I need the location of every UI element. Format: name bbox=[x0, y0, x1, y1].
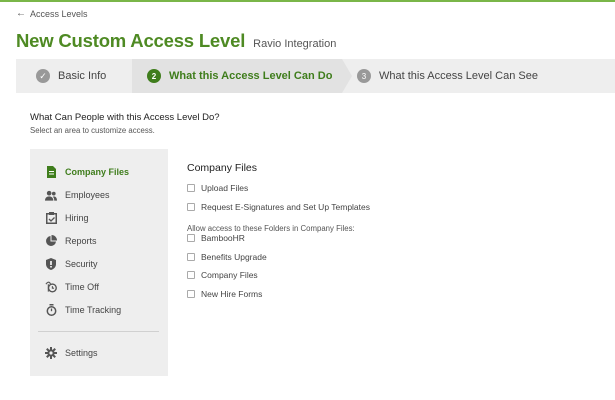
check-icon: ✓ bbox=[36, 69, 50, 83]
clipboard-icon bbox=[45, 212, 57, 224]
step-label: What this Access Level Can See bbox=[379, 70, 538, 82]
checkbox-box[interactable] bbox=[187, 203, 195, 211]
folders-label: Allow access to these Folders in Company… bbox=[187, 224, 355, 233]
checkbox-box[interactable] bbox=[187, 253, 195, 261]
sidebar-item-hiring[interactable]: Hiring bbox=[45, 210, 89, 226]
checkbox-label: Benefits Upgrade bbox=[201, 252, 267, 262]
checkbox-label: Upload Files bbox=[201, 183, 249, 193]
step-can-do[interactable]: 2 What this Access Level Can Do bbox=[132, 59, 352, 93]
sidebar-item-employees[interactable]: Employees bbox=[45, 187, 110, 203]
checkbox-label: Request E-Signatures and Set Up Template… bbox=[201, 202, 370, 212]
sidebar-item-security[interactable]: Security bbox=[45, 256, 98, 272]
checkbox-upload-files[interactable]: Upload Files bbox=[187, 183, 248, 193]
page-header: New Custom Access Level Ravio Integratio… bbox=[16, 30, 336, 52]
sidebar-item-settings[interactable]: Settings bbox=[45, 345, 98, 361]
checkbox-folder-new-hire-forms[interactable]: New Hire Forms bbox=[187, 289, 262, 299]
pie-chart-icon bbox=[45, 235, 57, 247]
checkbox-label: New Hire Forms bbox=[201, 289, 263, 299]
sidebar-item-label: Settings bbox=[65, 348, 98, 358]
back-link[interactable]: ← Access Levels bbox=[16, 8, 88, 20]
checkbox-folder-bamboohr[interactable]: BambooHR bbox=[187, 233, 245, 243]
checkbox-folder-benefits-upgrade[interactable]: Benefits Upgrade bbox=[187, 252, 267, 262]
section-title: What Can People with this Access Level D… bbox=[30, 112, 220, 123]
sidebar-divider bbox=[38, 331, 159, 332]
sidebar-item-label: Employees bbox=[65, 190, 110, 200]
checkbox-request-e-signatures[interactable]: Request E-Signatures and Set Up Template… bbox=[187, 202, 370, 212]
page-subtitle: Ravio Integration bbox=[253, 38, 337, 50]
checkbox-folder-company-files[interactable]: Company Files bbox=[187, 270, 258, 280]
checkbox-label: Company Files bbox=[201, 270, 258, 280]
checkbox-box[interactable] bbox=[187, 271, 195, 279]
sidebar-item-label: Hiring bbox=[65, 213, 89, 223]
stopwatch-icon bbox=[45, 304, 57, 316]
step-number: 3 bbox=[357, 69, 371, 83]
sidebar-item-time-off[interactable]: Time Off bbox=[45, 279, 99, 295]
sidebar-item-label: Company Files bbox=[65, 167, 130, 177]
step-label: What this Access Level Can Do bbox=[169, 70, 333, 82]
page-title: New Custom Access Level bbox=[16, 30, 246, 51]
back-link-label: Access Levels bbox=[30, 9, 88, 19]
sidebar-item-company-files[interactable]: Company Files bbox=[45, 164, 129, 180]
people-icon bbox=[45, 189, 57, 201]
area-sidebar: Company Files Employees Hiring Reports S… bbox=[30, 149, 168, 376]
section-subtitle: Select an area to customize access. bbox=[30, 126, 155, 135]
sidebar-item-label: Time Tracking bbox=[65, 305, 122, 315]
top-accent-bar bbox=[0, 0, 615, 2]
sidebar-item-label: Time Off bbox=[65, 282, 100, 292]
checkbox-label: BambooHR bbox=[201, 233, 245, 243]
sidebar-item-label: Reports bbox=[65, 236, 97, 246]
sidebar-item-reports[interactable]: Reports bbox=[45, 233, 97, 249]
shield-icon bbox=[45, 258, 57, 270]
checkbox-box[interactable] bbox=[187, 234, 195, 242]
back-arrow-icon: ← bbox=[16, 8, 26, 19]
checkbox-box[interactable] bbox=[187, 290, 195, 298]
file-icon bbox=[45, 166, 57, 178]
step-number: 2 bbox=[147, 69, 161, 83]
panel-title: Company Files bbox=[187, 162, 258, 174]
time-off-icon bbox=[45, 281, 57, 293]
step-can-see[interactable]: 3 What this Access Level Can See bbox=[357, 59, 538, 93]
step-label: Basic Info bbox=[58, 70, 107, 82]
step-basic-info[interactable]: ✓ Basic Info bbox=[36, 59, 106, 93]
sidebar-item-time-tracking[interactable]: Time Tracking bbox=[45, 302, 121, 318]
sidebar-item-label: Security bbox=[65, 259, 98, 269]
progress-steps: ✓ Basic Info 2 What this Access Level Ca… bbox=[16, 59, 615, 93]
checkbox-box[interactable] bbox=[187, 184, 195, 192]
gear-icon bbox=[45, 347, 57, 359]
